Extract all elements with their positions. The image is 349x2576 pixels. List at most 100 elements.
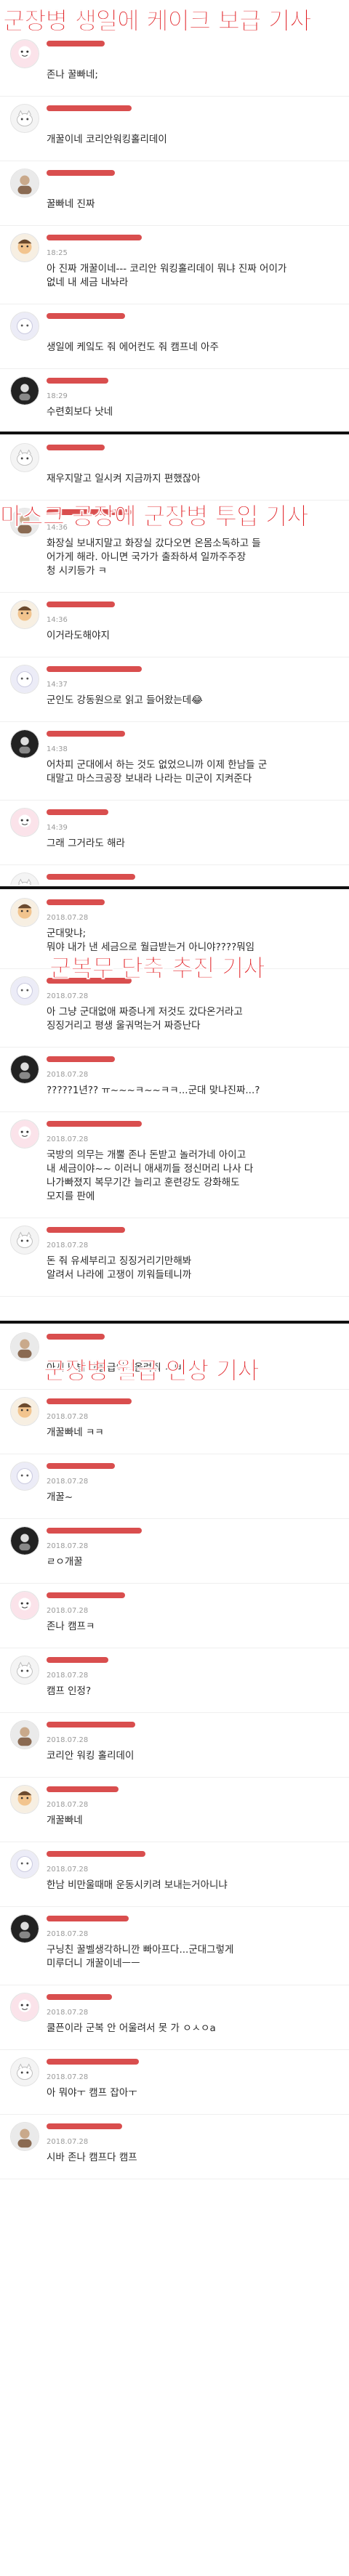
comment-text: 생일에 케잌도 줘 에어컨도 줘 캠프네 아주 [47,341,219,353]
panel-birthday-cake: 군장병 생일에 케이크 보급 기사 존나 꿀빠네; 개꿀이네 코리안워킹홀리데이 꿀… [0,0,349,430]
avatar[interactable] [10,1397,39,1426]
comment-text: 어차피 군대에서 하는 것도 없었으니까 이제 한남들 군 대말고 마스크공장 … [47,759,268,785]
avatar[interactable] [10,898,39,927]
comment-item: 2018.07.28 쿨픈이라 군복 안 어울려서 못 가 ㅇㅅㅇa [0,1985,349,2050]
avatar[interactable] [10,169,39,198]
nickname-redacted [47,445,105,450]
comment-item: 2018.07.28 한남 비만울때매 운동시키려 보내는거아니냐 [0,1842,349,1907]
nickname-redacted [47,1657,108,1663]
avatar[interactable] [10,1462,39,1491]
comment-text: 구닝친 꿀벨생각하니깐 빠아프다...군대그렇게 미루더니 개꿀이네ㅡㅡ [47,1944,234,1969]
page: 군장병 생일에 케이크 보급 기사 존나 꿀빠네; 개꿀이네 코리안워킹홀리데이 꿀… [0,0,349,2576]
comment-time: 2018.07.28 [47,1930,89,1938]
avatar[interactable] [10,39,39,68]
comment-item: 재우지말고 일시켜 지금까지 편했잖아 [0,436,349,501]
avatar[interactable] [10,1993,39,2022]
comment-item: 생일에 케잌도 줘 에어컨도 줘 캠프네 아주 [0,304,349,369]
comment-text: 화장실 보내지말고 화장실 갔다오면 온몸소독하고 들 어가게 해라. 아니면 … [47,538,261,577]
avatar[interactable] [10,104,39,133]
nickname-redacted [47,1916,129,1921]
avatar[interactable] [10,443,39,472]
nickname-redacted [47,874,135,880]
nickname-redacted [47,1463,115,1469]
comment-item: 18:29 수련회보다 낫네 [0,369,349,430]
nickname-redacted [47,378,108,384]
avatar[interactable] [10,600,39,629]
panel-service-reduction: 2018.07.28 군대맞냐; 뭐야 내가 낸 세금으로 월급받는거 아니야??… [0,891,349,1319]
avatar[interactable] [10,1119,39,1149]
nickname-redacted [47,170,115,176]
avatar[interactable] [10,665,39,694]
avatar[interactable] [10,1332,39,1361]
comment-text: 쿨픈이라 군복 안 어울려서 못 가 ㅇㅅㅇa [47,2022,216,2034]
nickname-redacted [47,105,132,111]
comment-item: 2018.07.28 구닝친 꿀벨생각하니깐 빠아프다...군대그렇게 미루더니 … [0,1907,349,1985]
nickname-redacted [47,1121,142,1127]
nickname-redacted [47,731,125,737]
comment-item: 18:25 아 진짜 개꿀이네--- 코리안 워킹홀리데이 뭐냐 진짜 어이가 없… [0,226,349,304]
comment-item: 2018.07.28 개꿀~ [0,1454,349,1519]
avatar[interactable] [10,1591,39,1620]
comment-time: 18:29 [47,392,68,400]
avatar[interactable] [10,1720,39,1749]
section-divider [0,432,349,434]
avatar[interactable] [10,1055,39,1084]
comment-item: 14:38 어차피 군대에서 하는 것도 없었으니까 이제 한남들 군 대말고 마… [0,722,349,801]
nickname-redacted [47,2059,139,2065]
comment-time: 14:38 [47,745,68,753]
comment-time: 2018.07.28 [47,1413,89,1421]
avatar[interactable] [10,872,39,885]
comment-item: 14:36 이거라도해야지 [0,593,349,657]
avatar[interactable] [10,808,39,837]
nickname-redacted [47,313,125,319]
avatar[interactable] [10,1850,39,1879]
row-separator [0,1296,349,1297]
comment-text: 이거라도해야지 [47,630,110,641]
comment-text: 코리안 워킹 홀리데이 [47,1750,135,1762]
comment-item: 2018.07.28 ㄹㅇ개꿀 [0,1519,349,1584]
nickname-redacted [47,666,142,672]
avatar[interactable] [10,1526,39,1555]
avatar[interactable] [10,2122,39,2151]
comment-time: 2018.07.28 [47,1801,89,1809]
comment-text: 그래 그거라도 해라 [47,838,125,849]
avatar[interactable] [10,2057,39,2086]
comment-item: 꿀빠네 진짜 [0,161,349,226]
comment-text: 존나 캠프ㅋ [47,1621,95,1632]
comment-item: 2018.07.28 돈 줘 유세부리고 징징거리기만해봐 알려서 나라에 고쟁이… [0,1218,349,1297]
comment-item: 2018.07.28 개꿀빠네 [0,1778,349,1842]
panel-mask-factory: 재우지말고 일시켜 지금까지 편했잖아 14:36 화장실 보내지말고 화장실 갔다… [0,436,349,885]
avatar[interactable] [10,1226,39,1255]
comment-time: 18:25 [47,249,68,257]
comment-time: 2018.07.28 [47,1607,89,1615]
comment-text: 아 그냥 군대없애 짜증나게 저것도 갔다온거라고 징징거리고 평생 울궈먹는거… [47,1006,243,1032]
nickname-redacted [47,809,108,815]
nickname-redacted [47,602,115,607]
comment-item: 2018.07.28 시바 존나 캠프다 캠프 [0,2115,349,2179]
comment-text: 개꿀빠네 ㅋㅋ [47,1427,104,1438]
comment-time: 14:37 [47,681,68,689]
comment-time: 2018.07.28 [47,2009,89,2017]
comment-time: 2018.07.28 [47,1866,89,1874]
avatar[interactable] [10,233,39,262]
avatar[interactable] [10,312,39,341]
comment-text: 군인도 강동원으로 읽고 들어왔는데😂 [47,694,203,706]
section-divider [0,886,349,889]
avatar[interactable] [10,1785,39,1814]
nickname-redacted [47,2123,122,2129]
avatar[interactable] [10,1656,39,1685]
comment-item: 14:39 그래 그거라도 해라 [0,801,349,865]
avatar[interactable] [10,1914,39,1943]
avatar[interactable] [10,976,39,1005]
comment-text: 존나 꿀빠네; [47,69,98,81]
nickname-redacted [47,1786,119,1792]
nickname-redacted [47,41,105,46]
comment-item: 2018.07.28 국방의 의무는 개뿔 존나 돈받고 놀러가네 아이고 내 세… [0,1112,349,1218]
avatar[interactable] [10,376,39,405]
nickname-redacted [47,899,105,905]
comment-item: 14:37 군인도 강동원으로 읽고 들어왔는데😂 [0,657,349,722]
avatar[interactable] [10,729,39,758]
comment-time: 2018.07.28 [47,2073,89,2081]
comment-item: 개꿀이네 코리안워킹홀리데이 [0,97,349,161]
nickname-redacted [47,1334,105,1340]
